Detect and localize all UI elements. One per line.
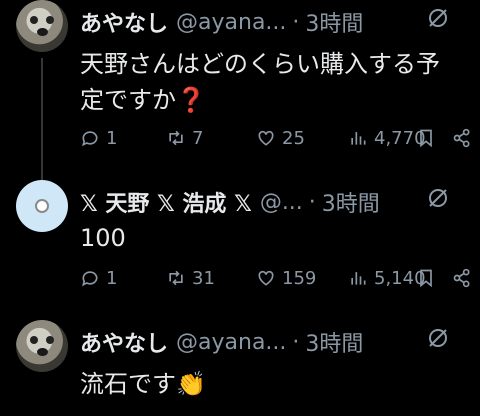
share-button[interactable] bbox=[452, 263, 472, 293]
tweet[interactable]: 𝕏 天野 𝕏 浩成 𝕏 @... · 3時間 100 1 31 159 5,14… bbox=[0, 180, 480, 310]
tweet-text-line: 100 bbox=[80, 224, 126, 252]
tweet-text-line: 天野さんはどのくらい購入する予 bbox=[80, 50, 440, 78]
like-icon bbox=[258, 130, 274, 146]
reply-count: 1 bbox=[106, 267, 118, 289]
bookmark-icon bbox=[420, 129, 432, 148]
retweet-button[interactable]: 31 bbox=[166, 263, 215, 293]
retweet-count: 7 bbox=[192, 127, 204, 149]
user-handle[interactable]: @ayana... bbox=[176, 330, 286, 355]
display-name[interactable]: あやなし bbox=[80, 326, 168, 358]
reply-count: 1 bbox=[106, 127, 118, 149]
reply-icon bbox=[82, 271, 98, 287]
mute-icon[interactable] bbox=[426, 326, 450, 350]
tweet-header: 𝕏 天野 𝕏 浩成 𝕏 @... · 3時間 bbox=[80, 182, 480, 222]
separator: · bbox=[308, 189, 316, 215]
share-icon bbox=[453, 128, 470, 148]
user-handle[interactable]: @ayana... bbox=[176, 10, 286, 35]
reply-button[interactable]: 1 bbox=[80, 123, 117, 153]
display-name[interactable]: 𝕏 天野 𝕏 浩成 𝕏 bbox=[80, 186, 252, 218]
bookmark-button[interactable] bbox=[416, 263, 436, 293]
retweet-button[interactable]: 7 bbox=[166, 123, 203, 153]
timestamp[interactable]: 3時間 bbox=[305, 326, 363, 358]
tweet-text: 100 bbox=[80, 220, 470, 256]
like-button[interactable]: 25 bbox=[256, 123, 305, 153]
reply-button[interactable]: 1 bbox=[80, 263, 117, 293]
separator: · bbox=[292, 9, 300, 35]
tweet-text: 流石です👏 bbox=[80, 366, 470, 402]
views-button[interactable]: 4,770 bbox=[348, 123, 426, 153]
tweet-header: あやなし @ayana... · 3時間 bbox=[80, 2, 480, 42]
user-handle[interactable]: @... bbox=[260, 190, 303, 215]
reply-icon bbox=[82, 131, 98, 147]
like-count: 25 bbox=[282, 127, 305, 149]
display-name[interactable]: あやなし bbox=[80, 6, 168, 38]
like-button[interactable]: 159 bbox=[256, 263, 316, 293]
tweet-header: あやなし @ayana... · 3時間 bbox=[80, 322, 480, 362]
bookmark-icon bbox=[420, 269, 432, 288]
tweet[interactable]: あやなし @ayana... · 3時間 天野さんはどのくらい購入する予 定です… bbox=[0, 0, 480, 184]
separator: · bbox=[292, 329, 300, 355]
retweet-icon bbox=[169, 130, 183, 146]
avatar[interactable] bbox=[16, 0, 68, 52]
like-icon bbox=[258, 270, 274, 286]
share-button[interactable] bbox=[452, 123, 472, 153]
thread-line bbox=[41, 58, 43, 184]
timestamp[interactable]: 3時間 bbox=[305, 6, 363, 38]
views-icon bbox=[351, 132, 366, 145]
retweet-icon bbox=[169, 270, 183, 286]
views-icon bbox=[351, 272, 366, 285]
like-count: 159 bbox=[282, 267, 317, 289]
share-icon bbox=[453, 268, 470, 288]
default-avatar-icon bbox=[35, 199, 49, 213]
action-bar: 1 7 25 4,770 bbox=[80, 123, 480, 153]
avatar[interactable] bbox=[16, 320, 68, 372]
avatar[interactable] bbox=[16, 180, 68, 232]
retweet-count: 31 bbox=[192, 267, 215, 289]
tweet-text-line: 定ですか❓ bbox=[80, 86, 206, 114]
timestamp[interactable]: 3時間 bbox=[322, 186, 380, 218]
action-bar: 1 31 159 5,140 bbox=[80, 263, 480, 293]
tweet-text-line: 流石です👏 bbox=[80, 370, 206, 398]
tweet-text: 天野さんはどのくらい購入する予 定ですか❓ bbox=[80, 46, 470, 118]
views-button[interactable]: 5,140 bbox=[348, 263, 426, 293]
tweet[interactable]: あやなし @ayana... · 3時間 流石です👏 bbox=[0, 320, 480, 416]
mute-icon[interactable] bbox=[426, 6, 450, 30]
mute-icon[interactable] bbox=[426, 186, 450, 210]
bookmark-button[interactable] bbox=[416, 123, 436, 153]
